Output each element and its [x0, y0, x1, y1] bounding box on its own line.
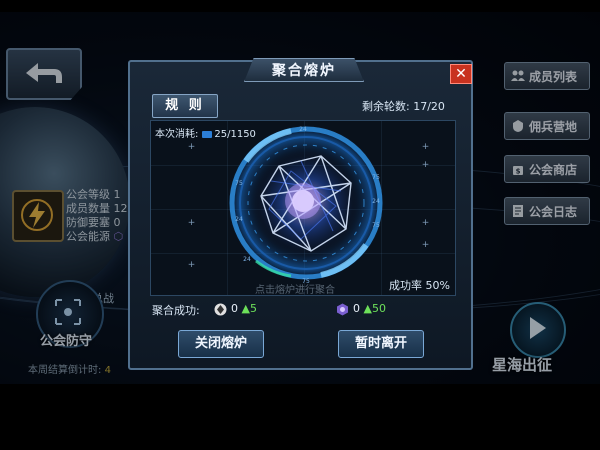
close-furnace-button[interactable]: 关闭熔炉	[178, 330, 264, 358]
ring-tick-label: 75	[372, 174, 380, 181]
merge-reward-item: 0 ▲5	[214, 302, 257, 316]
ring-tick-label: 24	[299, 126, 307, 133]
merge-success-label: 聚合成功:	[152, 304, 200, 317]
crystal-icon	[214, 303, 227, 315]
rules-button[interactable]: 规 则	[152, 94, 218, 118]
dialog-title: 聚合熔炉	[244, 58, 364, 82]
tap-hint: 点击熔炉进行聚合	[255, 285, 335, 296]
ring-tick-label: 75	[372, 222, 380, 229]
hexagon-energy-icon	[337, 303, 348, 315]
ring-tick-label: 75	[235, 180, 243, 187]
furnace-panel[interactable]: + + + + + + + 24 75 24 75 24 75 24 75 本次…	[150, 120, 456, 296]
cost-readout: 本次消耗: 25/1150	[155, 129, 256, 140]
bonus-up-icon: ▲	[241, 302, 250, 315]
energy-card-icon	[202, 130, 213, 138]
ring-tick-label: 24	[235, 216, 243, 223]
remaining-rounds: 剩余轮数: 17/20	[362, 100, 445, 113]
close-button[interactable]: ✕	[450, 64, 472, 84]
ring-tick-label: 24	[372, 198, 380, 205]
furnace-core-graphic[interactable]: 24 75 24 75 24 75 24 75	[151, 121, 456, 296]
ring-tick-label: 24	[243, 256, 251, 263]
success-rate: 成功率 50%	[389, 279, 450, 292]
fusion-furnace-dialog: 聚合熔炉 ✕ 规 则 剩余轮数: 17/20 + + + + + + + 24 …	[128, 58, 473, 370]
merge-reward-item: 0 ▲50	[336, 302, 386, 316]
leave-temporarily-button[interactable]: 暂时离开	[338, 330, 424, 358]
bonus-up-icon: ▲	[363, 302, 372, 315]
